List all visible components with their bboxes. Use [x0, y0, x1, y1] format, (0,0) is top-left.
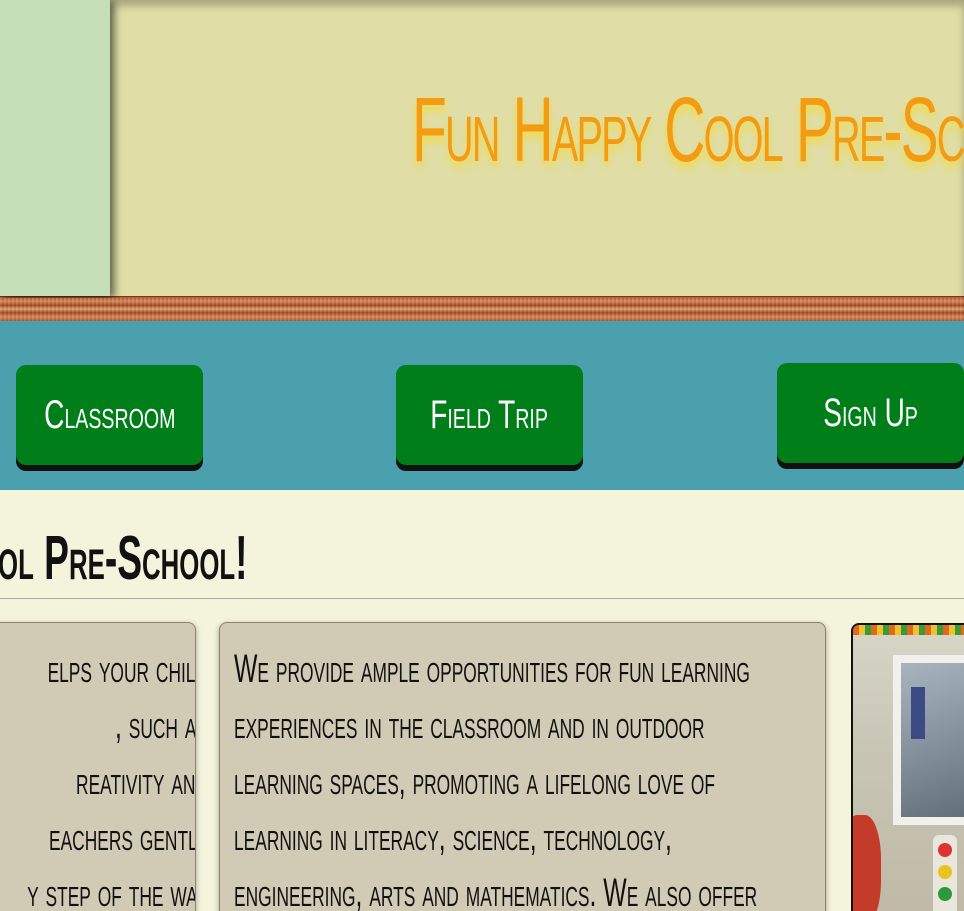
card-line: , such as [114, 703, 196, 747]
sign-up-button-label: Sign Up [823, 390, 918, 435]
field-trip-button[interactable]: Field Trip [396, 365, 583, 465]
card-line: reativity and [76, 759, 196, 803]
classroom-photo [851, 623, 964, 911]
card-line: experiences in the classroom and in outd… [234, 703, 705, 747]
logo-panel [0, 0, 110, 296]
classroom-button[interactable]: Classroom [16, 365, 203, 465]
card-line: y step of the way [27, 871, 196, 911]
intro-card-left-text: elps your child , such as reativity and … [0, 641, 196, 911]
intro-card-left: elps your child , such as reativity and … [0, 622, 196, 911]
card-line: learning spaces, promoting a lifelong lo… [234, 759, 716, 803]
site-header: Fun Happy Cool Pre-School [0, 0, 964, 298]
traffic-light-icon [933, 835, 957, 911]
card-line: elps your child [47, 647, 196, 691]
heading-divider [0, 598, 964, 599]
photo-window [893, 655, 964, 825]
photo-decoration [853, 625, 964, 635]
site-title: Fun Happy Cool Pre-School [412, 79, 964, 181]
card-line: We provide ample opportunities for fun l… [234, 647, 750, 691]
photo-red-object [853, 815, 881, 911]
welcome-heading: ol Pre-School! [0, 524, 248, 593]
intro-card-middle: We provide ample opportunities for fun l… [219, 622, 826, 911]
classroom-button-label: Classroom [43, 392, 176, 437]
card-line: learning in literacy, science, technolog… [234, 815, 672, 859]
sign-up-button[interactable]: Sign Up [777, 363, 964, 463]
card-line: engineering, arts and mathematics. We al… [234, 871, 758, 911]
decorative-border [0, 296, 964, 321]
field-trip-button-label: Field Trip [430, 392, 549, 437]
intro-card-middle-text: We provide ample opportunities for fun l… [234, 641, 823, 911]
photo-door [911, 687, 925, 739]
main-nav: Classroom Field Trip Sign Up [0, 321, 964, 490]
card-line: eachers gently [49, 815, 196, 859]
